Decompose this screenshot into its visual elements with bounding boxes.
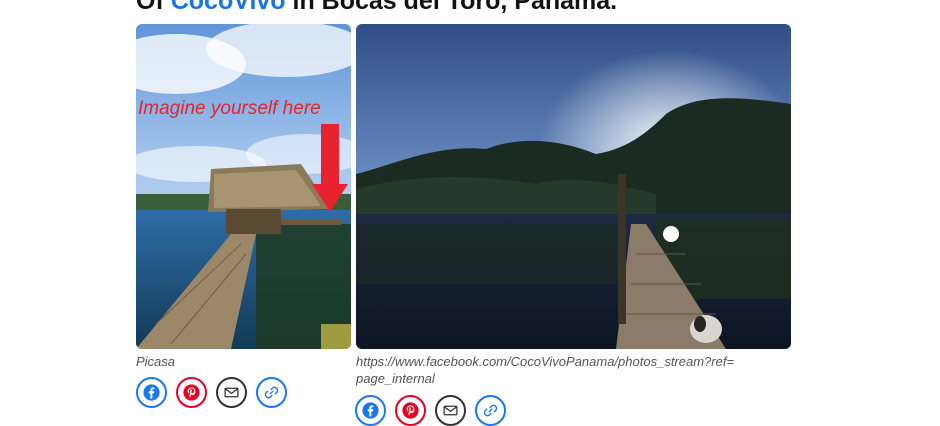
section-heading: Of CocoVivo in Bocas del Toro, Panama.: [136, 0, 617, 16]
pinterest-share-button[interactable]: [176, 377, 207, 408]
dock-hut-photo: Imagine yourself here: [136, 24, 351, 349]
photo-credit-right: https://www.facebook.com/CocoVivoPanama/…: [356, 354, 735, 386]
share-row-left: [136, 377, 287, 408]
dock-hut-image: [136, 24, 351, 349]
facebook-icon: [143, 384, 160, 401]
pinterest-icon: [183, 384, 200, 401]
email-icon: [224, 387, 239, 398]
cocovivo-link[interactable]: CocoVivo: [171, 0, 286, 15]
link-icon: [264, 386, 279, 399]
photo-credit-left: Picasa: [136, 354, 176, 369]
dock-sunrise-image: [356, 24, 791, 349]
email-share-button[interactable]: [216, 377, 247, 408]
dock-sunrise-photo: [356, 24, 791, 349]
heading-suffix: in Bocas del Toro, Panama.: [285, 0, 618, 15]
copy-link-button[interactable]: [256, 377, 287, 408]
overlay-caption: Imagine yourself here: [138, 98, 321, 119]
heading-prefix: Of: [136, 0, 171, 15]
facebook-share-button[interactable]: [136, 377, 167, 408]
